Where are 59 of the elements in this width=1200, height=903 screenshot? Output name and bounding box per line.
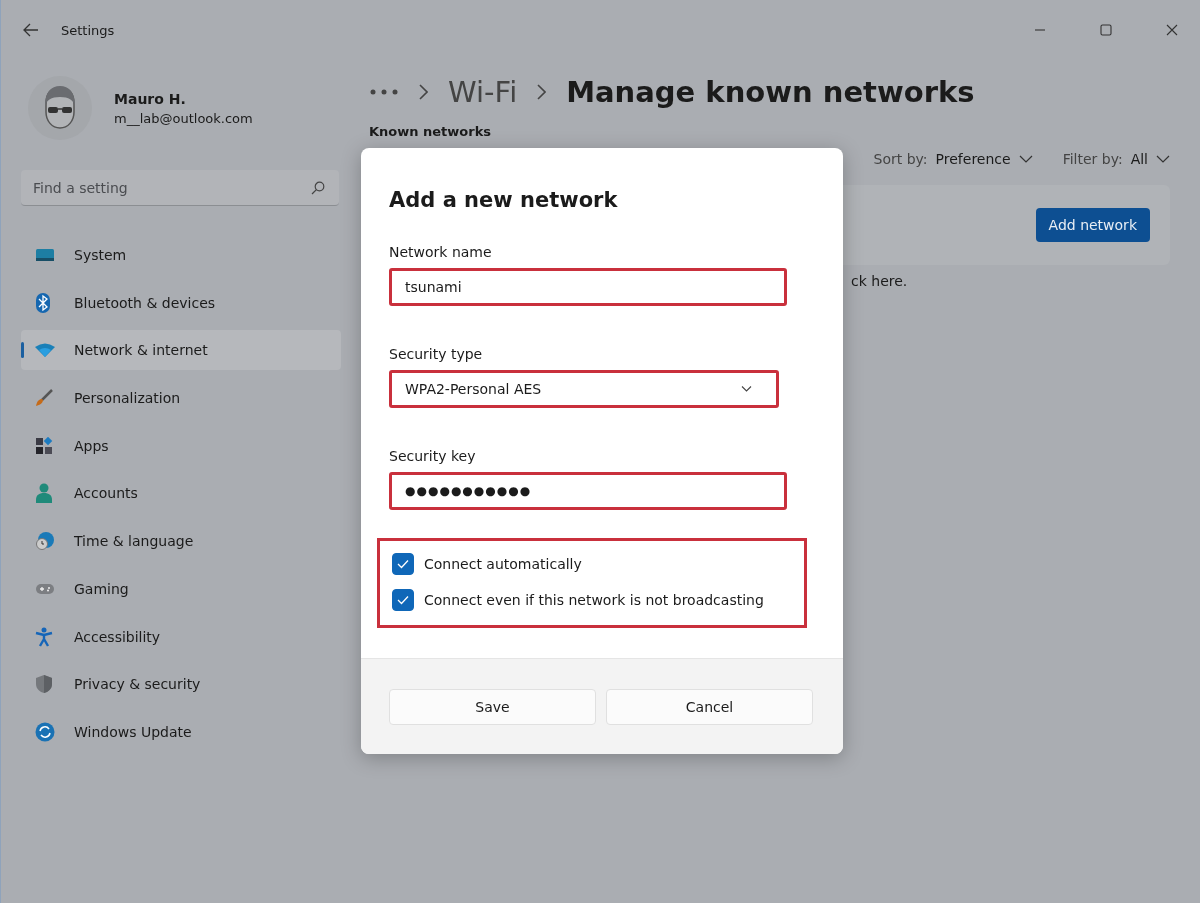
shield-icon xyxy=(35,674,53,695)
chevron-down-icon xyxy=(1018,155,1033,163)
search-icon xyxy=(311,181,325,195)
checkbox-label: Connect automatically xyxy=(424,556,582,572)
search-field[interactable]: Find a setting xyxy=(21,170,339,206)
help-text: ck here. xyxy=(851,273,909,289)
section-heading: Known networks xyxy=(369,124,493,139)
globe-clock-icon xyxy=(35,531,55,552)
wifi-icon xyxy=(35,343,55,358)
nav-item[interactable]: Privacy & security xyxy=(21,664,341,705)
field-label: Security key xyxy=(389,448,477,464)
chevron-right-icon xyxy=(537,84,547,100)
cancel-button[interactable]: Cancel xyxy=(606,689,813,725)
page-title: Manage known networks xyxy=(566,75,975,109)
checkmark-icon xyxy=(397,559,409,569)
update-icon xyxy=(35,721,55,742)
checkbox[interactable] xyxy=(392,589,414,611)
brush-icon xyxy=(35,389,53,408)
window-title: Settings xyxy=(61,22,115,38)
checkbox[interactable] xyxy=(392,553,414,575)
field-label: Network name xyxy=(389,244,493,260)
dialog-title: Add a new network xyxy=(389,188,619,212)
nav-item[interactable]: System xyxy=(21,235,341,275)
add-network-button[interactable]: Add network xyxy=(1035,208,1150,242)
nav-item[interactable]: Apps xyxy=(21,425,341,466)
field-label: Security type xyxy=(389,346,484,362)
monitor-icon xyxy=(35,247,55,263)
person-icon xyxy=(35,483,53,504)
chevron-down-icon xyxy=(1156,155,1170,163)
security-type-dropdown[interactable]: WPA2-Personal AES xyxy=(389,370,779,408)
password-field[interactable]: ●●●●●●●●●●● xyxy=(389,472,787,510)
accessibility-icon xyxy=(35,626,53,647)
nav-item[interactable]: Bluetooth & devices xyxy=(21,282,341,323)
maximize-icon[interactable] xyxy=(1100,24,1112,36)
user-name: Mauro H. xyxy=(114,90,187,107)
nav-item[interactable]: Time & language xyxy=(21,521,341,562)
gamepad-icon xyxy=(35,581,55,596)
more-icon[interactable] xyxy=(369,88,399,96)
input-field[interactable]: tsunami xyxy=(389,268,787,306)
checkmark-icon xyxy=(397,595,409,605)
nav-item[interactable]: Network & internet xyxy=(21,330,341,371)
nav-item[interactable]: Personalization xyxy=(21,378,341,419)
user-email: m__lab@outlook.com xyxy=(114,110,253,126)
checkbox-label: Connect even if this network is not broadcasting xyxy=(424,592,764,608)
breadcrumb-link[interactable]: Wi-Fi xyxy=(448,75,518,109)
sort-dropdown[interactable]: Sort by: Preference xyxy=(873,151,1033,167)
nav-item[interactable]: Accounts xyxy=(21,473,341,514)
chevron-right-icon xyxy=(419,84,428,100)
back-icon[interactable] xyxy=(23,23,39,37)
chevron-down-icon xyxy=(741,386,752,392)
bluetooth-icon xyxy=(35,292,51,313)
nav-item[interactable]: Windows Update xyxy=(21,711,341,752)
apps-icon xyxy=(35,436,53,455)
save-button[interactable]: Save xyxy=(389,689,596,725)
close-icon[interactable] xyxy=(1166,24,1178,36)
filter-dropdown[interactable]: Filter by: All xyxy=(1062,151,1170,167)
nav-item[interactable]: Gaming xyxy=(21,568,341,609)
nav-item[interactable]: Accessibility xyxy=(21,616,341,657)
avatar-icon xyxy=(28,76,92,140)
